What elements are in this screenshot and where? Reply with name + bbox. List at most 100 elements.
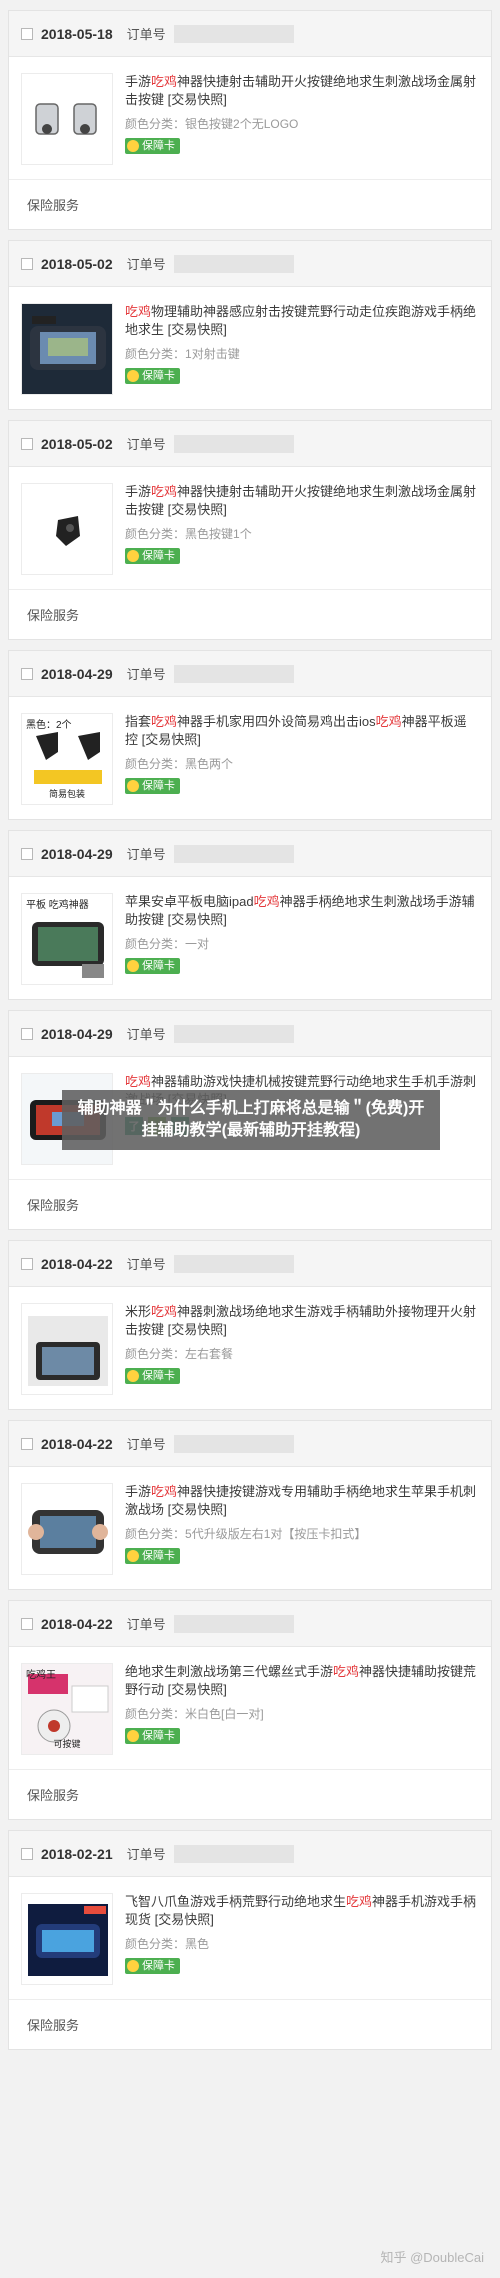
badge-label: 保障卡 (142, 780, 175, 792)
product-image[interactable] (21, 483, 113, 575)
order-checkbox[interactable] (21, 257, 33, 270)
product-image[interactable] (21, 1483, 113, 1575)
product-image[interactable] (21, 303, 113, 395)
order-checkbox[interactable] (21, 1437, 33, 1450)
order-card: 2018-02-21 订单号 飞智八爪鱼游戏手柄荒野行动绝地求生吃鸡神器手机游戏… (8, 1830, 492, 2050)
badge-label: 保障卡 (142, 140, 175, 152)
insurance-service-link[interactable]: 保险服务 (9, 589, 491, 639)
product-title[interactable]: 手游吃鸡神器快捷射击辅助开火按键绝地求生刺激战场金属射击按键 [交易快照] (125, 73, 479, 109)
insurance-service-link[interactable]: 保险服务 (9, 1769, 491, 1819)
order-card: 2018-05-18 订单号 手游吃鸡神器快捷射击辅助开火按键绝地求生刺激战场金… (8, 10, 492, 230)
guarantee-badge[interactable]: 保障卡 (125, 548, 180, 564)
order-header: 2018-04-22 订单号 (9, 1421, 491, 1467)
order-header: 2018-04-29 订单号 (9, 651, 491, 697)
sku-value: 米白色[白一对] (185, 1707, 264, 1721)
keyword-highlight: 吃鸡 (125, 1074, 152, 1089)
sku-label: 颜色分类： (125, 527, 186, 541)
product-title[interactable]: 绝地求生刺激战场第三代螺丝式手游吃鸡神器快捷辅助按键荒野行动 [交易快照] (125, 1663, 479, 1699)
order-list: 2018-05-18 订单号 手游吃鸡神器快捷射击辅助开火按键绝地求生刺激战场金… (0, 0, 500, 2050)
order-number-masked (173, 1844, 294, 1863)
order-number-masked (173, 844, 294, 863)
coin-icon (127, 960, 139, 972)
order-date: 2018-04-22 (41, 1615, 113, 1632)
product-image[interactable] (21, 73, 113, 165)
product-image[interactable]: 平板 吃鸡神器 (21, 893, 113, 985)
insurance-service-label: 保险服务 (27, 1788, 80, 1803)
sku-line: 颜色分类：黑色两个 (125, 755, 479, 772)
sku-line: 颜色分类：左右套餐 (125, 1345, 479, 1362)
sku-value: 5代升级版左右1对【按压卡扣式】 (185, 1527, 367, 1541)
coin-icon (127, 550, 139, 562)
badge-label: 保障卡 (142, 1960, 175, 1972)
guarantee-badge[interactable]: 保障卡 (125, 1548, 180, 1564)
product-image[interactable]: 吃鸡王 可按键 (21, 1663, 113, 1755)
sku-line: 颜色分类：黑色 (125, 1935, 479, 1952)
order-card: 2018-04-22 订单号 吃鸡王 可按键 绝地求生刺激战场第三代螺丝式手游吃鸡… (8, 1600, 492, 1820)
product-image[interactable]: 黑色：2个 简易包装 (21, 713, 113, 805)
order-item: 吃鸡物理辅助神器感应射击按键荒野行动走位疾跑游戏手柄绝地求生 [交易快照] 颜色… (9, 287, 491, 409)
badge-label: 保障卡 (142, 1370, 175, 1382)
sku-label: 颜色分类： (125, 757, 186, 771)
title-segment: 米形 (125, 1304, 152, 1319)
order-number-label: 订单号 (126, 1027, 166, 1042)
thumb-subcaption: 可按键 (53, 1739, 81, 1749)
product-title[interactable]: 飞智八爪鱼游戏手柄荒野行动绝地求生吃鸡神器手机游戏手柄现货 [交易快照] (125, 1893, 479, 1929)
product-title[interactable]: 手游吃鸡神器快捷射击辅助开火按键绝地求生刺激战场金属射击按键 [交易快照] (125, 483, 479, 519)
product-title[interactable]: 苹果安卓平板电脑ipad吃鸡神器手柄绝地求生刺激战场手游辅助按键 [交易快照] (125, 893, 479, 929)
sku-value: 银色按键2个无LOGO (185, 117, 299, 131)
sku-line: 颜色分类：米白色[白一对] (125, 1705, 479, 1722)
product-info: 米形吃鸡神器刺激战场绝地求生游戏手柄辅助外接物理开火射击按键 [交易快照] 颜色… (125, 1303, 479, 1387)
product-title[interactable]: 米形吃鸡神器刺激战场绝地求生游戏手柄辅助外接物理开火射击按键 [交易快照] (125, 1303, 479, 1339)
order-number-masked (173, 1254, 294, 1273)
thumb-subcaption: 简易包装 (48, 789, 85, 799)
guarantee-badge[interactable]: 保障卡 (125, 958, 180, 974)
guarantee-badge[interactable]: 保障卡 (125, 1958, 180, 1974)
title-segment: 指套 (125, 714, 152, 729)
product-title[interactable]: 指套吃鸡神器手机家用四外设简易鸡出击ios吃鸡神器平板遥控 [交易快照] (125, 713, 479, 749)
guarantee-badge[interactable]: 保障卡 (125, 368, 180, 384)
order-number-label: 订单号 (126, 1257, 166, 1272)
order-number-masked (173, 1614, 294, 1633)
product-title[interactable]: 吃鸡物理辅助神器感应射击按键荒野行动走位疾跑游戏手柄绝地求生 [交易快照] (125, 303, 479, 339)
coin-icon (127, 370, 139, 382)
order-card: 2018-05-02 订单号 手游吃鸡神器快捷射击辅助开火按键绝地求生刺激战场金… (8, 420, 492, 640)
thumb-caption: 平板 吃鸡神器 (26, 900, 89, 911)
order-checkbox[interactable] (21, 1847, 33, 1860)
title-segment: 绝地求生刺激战场第三代螺丝式手游 (125, 1664, 334, 1679)
order-checkbox[interactable] (21, 27, 33, 40)
product-image[interactable] (21, 1303, 113, 1395)
insurance-service-link[interactable]: 保险服务 (9, 1999, 491, 2049)
title-segment: 手游 (125, 74, 152, 89)
product-info: 手游吃鸡神器快捷射击辅助开火按键绝地求生刺激战场金属射击按键 [交易快照] 颜色… (125, 73, 479, 157)
keyword-highlight: 吃鸡 (333, 1664, 360, 1679)
order-checkbox[interactable] (21, 1617, 33, 1630)
order-number-masked (173, 254, 294, 273)
insurance-service-link[interactable]: 保险服务 (9, 1179, 491, 1229)
badge-label: 保障卡 (142, 370, 175, 382)
sku-line: 颜色分类：黑色按键1个 (125, 525, 479, 542)
keyword-highlight: 吃鸡 (151, 714, 178, 729)
product-title[interactable]: 手游吃鸡神器快捷按键游戏专用辅助手柄绝地求生苹果手机刺激战场 [交易快照] (125, 1483, 479, 1519)
sku-value: 一对 (185, 937, 210, 951)
keyword-highlight: 吃鸡 (151, 1304, 178, 1319)
order-checkbox[interactable] (21, 667, 33, 680)
order-number-label: 订单号 (126, 27, 166, 42)
guarantee-badge[interactable]: 保障卡 (125, 1368, 180, 1384)
title-segment: 手游 (125, 1484, 152, 1499)
order-date: 2018-02-21 (41, 1845, 113, 1862)
guarantee-badge[interactable]: 保障卡 (125, 778, 180, 794)
order-checkbox[interactable] (21, 847, 33, 860)
sku-line: 颜色分类：5代升级版左右1对【按压卡扣式】 (125, 1525, 479, 1542)
insurance-service-link[interactable]: 保险服务 (9, 179, 491, 229)
order-checkbox[interactable] (21, 1257, 33, 1270)
order-card: 2018-04-22 订单号 手游吃鸡神器快捷按键游戏专用辅助手柄绝地求生苹果手… (8, 1420, 492, 1590)
order-date: 2018-05-02 (41, 435, 113, 452)
order-checkbox[interactable] (21, 437, 33, 450)
guarantee-badge[interactable]: 保障卡 (125, 1728, 180, 1744)
guarantee-badge[interactable]: 保障卡 (125, 138, 180, 154)
order-checkbox[interactable] (21, 1027, 33, 1040)
product-image[interactable] (21, 1893, 113, 1985)
order-date: 2018-05-18 (41, 25, 113, 42)
product-info: 绝地求生刺激战场第三代螺丝式手游吃鸡神器快捷辅助按键荒野行动 [交易快照] 颜色… (125, 1663, 479, 1747)
product-info: 吃鸡物理辅助神器感应射击按键荒野行动走位疾跑游戏手柄绝地求生 [交易快照] 颜色… (125, 303, 479, 387)
